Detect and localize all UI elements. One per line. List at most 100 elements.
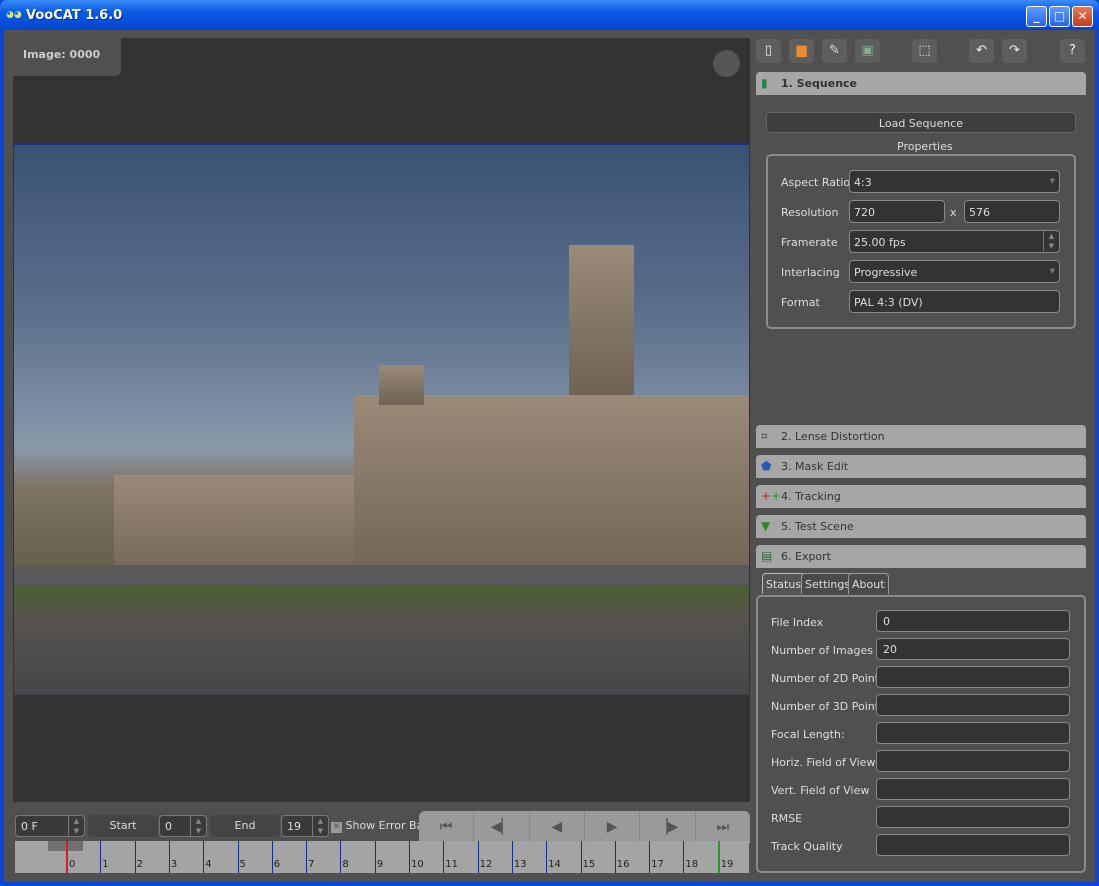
- timeline-tick[interactable]: 8: [340, 841, 349, 873]
- status-label: Number of 2D Points: [771, 672, 885, 685]
- spin-arrows-icon[interactable]: ▲ ▼: [68, 816, 84, 836]
- spin-arrows-icon[interactable]: ▲ ▼: [1043, 231, 1059, 251]
- timeline-tick[interactable]: 17: [649, 841, 664, 873]
- previous-key-button[interactable]: ◀▏: [474, 811, 530, 843]
- close-button[interactable]: ✕: [1072, 6, 1093, 27]
- timeline-tick[interactable]: 6: [271, 841, 280, 873]
- start-frame-value: 0: [165, 820, 172, 833]
- framerate-spinbox[interactable]: 25.00 fps ▲ ▼: [849, 230, 1060, 253]
- window-title: VooCAT 1.6.0: [26, 8, 123, 23]
- image-label: Image: 0000: [13, 38, 121, 76]
- timeline-tick[interactable]: 2: [134, 841, 143, 873]
- show-error-bar-checkbox[interactable]: ✕ Show Error Bar: [331, 819, 428, 833]
- next-key-button[interactable]: ▕▶: [640, 811, 696, 843]
- section-label: 4. Tracking: [781, 490, 841, 503]
- maximize-button[interactable]: □: [1049, 6, 1070, 27]
- resolution-label: Resolution: [781, 206, 839, 219]
- end-button[interactable]: End: [210, 815, 280, 837]
- aspect-ratio-label: Aspect Ratio: [781, 176, 851, 189]
- start-button[interactable]: Start: [88, 815, 158, 837]
- section-label: 1. Sequence: [781, 77, 858, 90]
- checkbox-checked-icon[interactable]: ✕: [331, 822, 342, 833]
- current-frame-spinbox[interactable]: 0 F ▲ ▼: [15, 815, 85, 837]
- aspect-ratio-select[interactable]: 4:3: [849, 170, 1060, 193]
- status-value: 20: [876, 638, 1070, 660]
- open-folder-icon[interactable]: ▆: [789, 39, 814, 63]
- status-value: [876, 778, 1070, 800]
- timeline-tick[interactable]: 1: [100, 841, 109, 873]
- help-icon[interactable]: ?: [1060, 39, 1085, 63]
- start-frame-spinbox[interactable]: 0 ▲ ▼: [159, 815, 207, 837]
- film-icon: ▮: [761, 76, 768, 90]
- timeline[interactable]: 0 1 2 3 4 5 6 7 8 9 10 11 12 13 14 15 16 17 18 19: [15, 841, 749, 873]
- distortion-icon: ⌗: [761, 429, 768, 443]
- aspect-ratio-value: 4:3: [854, 176, 872, 189]
- status-label: RMSE: [771, 812, 803, 825]
- resolution-height-input[interactable]: 576: [964, 200, 1060, 223]
- format-input[interactable]: PAL 4:3 (DV): [849, 290, 1060, 313]
- end-frame-spinbox[interactable]: 19 ▲ ▼: [281, 815, 329, 837]
- tab-about[interactable]: About: [848, 573, 889, 594]
- interlacing-select[interactable]: Progressive: [849, 260, 1060, 283]
- timeline-tick[interactable]: 9: [374, 841, 383, 873]
- status-value: [876, 722, 1070, 744]
- section-label: 2. Lense Distortion: [781, 430, 885, 443]
- timeline-tick[interactable]: 16: [614, 841, 630, 873]
- timeline-tick[interactable]: 19: [717, 841, 733, 873]
- section-label: 3. Mask Edit: [781, 460, 849, 473]
- edit-icon[interactable]: ✎: [822, 39, 847, 63]
- undo-icon[interactable]: ↶: [969, 39, 994, 63]
- timeline-tick[interactable]: 11: [443, 841, 458, 873]
- redo-icon[interactable]: ↷: [1002, 39, 1027, 63]
- section-label: 5. Test Scene: [781, 520, 854, 533]
- playback-navigation: ⏮ ◀▏ ◀ ▶ ▕▶ ⏭: [419, 811, 750, 843]
- timeline-tick[interactable]: 0: [66, 841, 75, 873]
- tab-status[interactable]: Status: [762, 573, 806, 594]
- timeline-tick[interactable]: 3: [168, 841, 177, 873]
- resolution-separator: x: [950, 206, 957, 219]
- title-bar: ◕◕ VooCAT 1.6.0 _ □ ✕: [0, 0, 1099, 30]
- timeline-tick[interactable]: 14: [546, 841, 561, 873]
- section-test-scene[interactable]: ▼ 5. Test Scene: [756, 515, 1086, 538]
- sequence-frame-image[interactable]: [13, 144, 750, 696]
- new-icon[interactable]: ▯: [756, 39, 781, 63]
- section-export[interactable]: ▤ 6. Export: [756, 545, 1086, 568]
- framerate-label: Framerate: [781, 236, 838, 249]
- next-frame-button[interactable]: ▶: [585, 811, 641, 843]
- previous-frame-button[interactable]: ◀: [530, 811, 585, 843]
- timeline-tick[interactable]: 15: [580, 841, 595, 873]
- image-viewer[interactable]: Image: 0000: [13, 38, 750, 802]
- timeline-tick[interactable]: 18: [683, 841, 698, 873]
- timeline-tick[interactable]: 13: [511, 841, 527, 873]
- section-sequence[interactable]: ▮ 1. Sequence: [756, 72, 1086, 95]
- spin-arrows-icon[interactable]: ▲ ▼: [312, 816, 328, 836]
- status-label: Track Quality: [771, 840, 843, 853]
- mask-icon: ⬟: [761, 459, 772, 473]
- first-frame-button[interactable]: ⏮: [419, 811, 475, 843]
- resolution-width-input[interactable]: 720: [849, 200, 945, 223]
- status-value: [876, 694, 1070, 716]
- last-frame-button[interactable]: ⏭: [696, 811, 750, 843]
- section-lense-distortion[interactable]: ⌗ 2. Lense Distortion: [756, 425, 1086, 448]
- timeline-tick[interactable]: 4: [203, 841, 212, 873]
- status-value: [876, 666, 1070, 688]
- spin-arrows-icon[interactable]: ▲ ▼: [190, 816, 206, 836]
- save-icon[interactable]: ▣: [855, 39, 880, 63]
- status-label: Horiz. Field of View: [771, 756, 876, 769]
- section-label: 6. Export: [781, 550, 831, 563]
- selection-icon[interactable]: ⬚: [912, 39, 937, 63]
- section-mask-edit[interactable]: ⬟ 3. Mask Edit: [756, 455, 1086, 478]
- timeline-tick[interactable]: 5: [237, 841, 246, 873]
- timeline-tick[interactable]: 7: [306, 841, 314, 873]
- timeline-tick[interactable]: 10: [409, 841, 424, 873]
- minimize-button[interactable]: _: [1026, 6, 1047, 27]
- status-value: 0: [876, 610, 1070, 632]
- load-sequence-button[interactable]: Load Sequence: [766, 112, 1076, 133]
- section-tracking[interactable]: ++ 4. Tracking: [756, 485, 1086, 508]
- interlacing-label: Interlacing: [781, 266, 840, 279]
- timeline-tick[interactable]: 12: [477, 841, 492, 873]
- tracking-icon: ++: [761, 489, 782, 503]
- framerate-value: 25.00 fps: [854, 236, 906, 249]
- tab-settings[interactable]: Settings: [801, 573, 855, 594]
- show-error-bar-label: Show Error Bar: [345, 819, 428, 832]
